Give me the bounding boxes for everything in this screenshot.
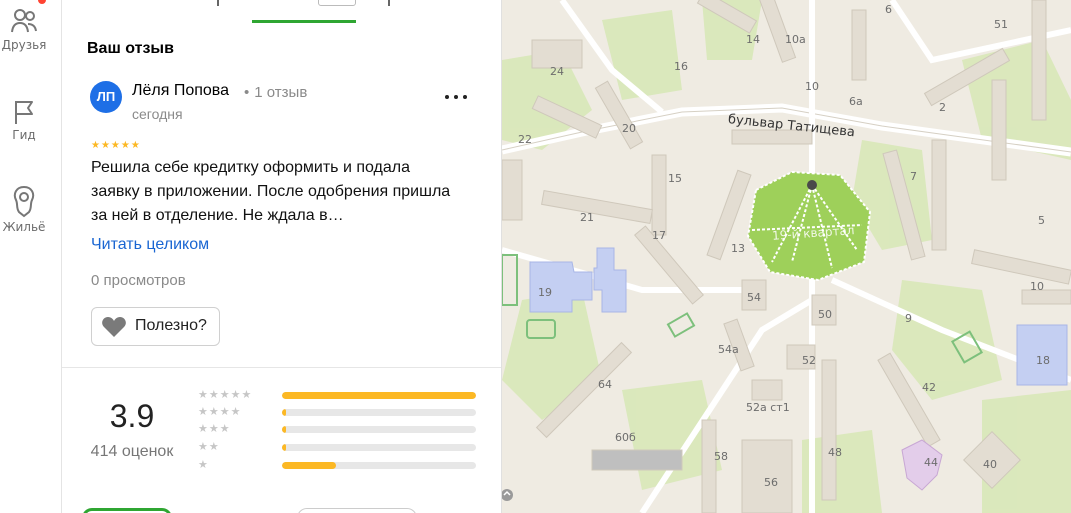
dist-bar [282, 426, 476, 433]
house-number: 15 [668, 172, 682, 185]
house-number: 24 [550, 65, 564, 78]
house-number: 5 [1038, 214, 1045, 227]
house-number: 18 [1036, 354, 1050, 367]
house-number: 9 [905, 312, 912, 325]
nav-housing[interactable]: Жильё [0, 184, 48, 234]
house-number: 52а ст1 [746, 401, 790, 414]
useful-label: Полезно? [135, 317, 207, 334]
nav-friends-label: Друзья [1, 38, 47, 52]
house-number: 42 [922, 381, 936, 394]
views-count: 0 просмотров [91, 272, 186, 289]
dist-fill [282, 392, 476, 399]
dist-stars: ★★★★ [198, 406, 242, 418]
dist-stars: ★ [198, 459, 209, 471]
nav-guide[interactable]: Гид [0, 98, 48, 142]
house-number: 20 [622, 122, 636, 135]
active-tab-indicator [252, 20, 356, 23]
divider [62, 367, 501, 368]
house-number: 54а [718, 343, 739, 356]
house-number: 50 [818, 308, 832, 321]
housing-icon [13, 185, 35, 218]
house-number: 10 [1030, 280, 1044, 293]
tab-fragment [318, 0, 356, 6]
nav-friends[interactable]: Друзья [0, 6, 48, 52]
house-number: 7 [910, 170, 917, 183]
house-number: 6а [849, 95, 863, 108]
section-title: Ваш отзыв [87, 40, 174, 57]
house-number: 17 [652, 229, 666, 242]
dist-fill [282, 462, 337, 469]
house-number: 56 [764, 476, 778, 489]
nav-guide-label: Гид [12, 128, 36, 142]
nav-housing-label: Жильё [2, 220, 46, 234]
house-number: 14 [746, 33, 760, 46]
more-dot [454, 95, 458, 99]
house-number: 10 [805, 80, 819, 93]
author-review-count: • 1 отзыв [244, 84, 308, 101]
tab-fragment [388, 0, 390, 6]
author-name[interactable]: Лёля Попова [132, 82, 229, 100]
house-number: 19 [538, 286, 552, 299]
house-number: 64 [598, 378, 612, 391]
house-number: 48 [828, 446, 842, 459]
dist-bar [282, 444, 476, 451]
guide-flag-icon [15, 101, 33, 124]
more-options-button[interactable] [442, 86, 470, 106]
house-number: 21 [580, 211, 594, 224]
primary-action-button[interactable] [82, 508, 172, 513]
house-number: 51 [994, 18, 1008, 31]
rating-count: 414 оценок [90, 443, 174, 460]
dist-fill [282, 409, 286, 416]
avatar[interactable]: ЛП [90, 81, 122, 113]
house-number: 60б [615, 431, 636, 444]
house-number: 22 [518, 133, 532, 146]
more-dot [445, 95, 449, 99]
house-number: 6 [885, 3, 892, 16]
dist-fill [282, 426, 286, 433]
author-review-count-text: 1 отзыв [254, 84, 308, 101]
dist-bar [282, 409, 476, 416]
house-number: 58 [714, 450, 728, 463]
dist-bar [282, 462, 476, 469]
dist-stars: ★★★ [198, 423, 231, 435]
review-stars: ★★★★★ [91, 140, 141, 151]
house-number: 16 [674, 60, 688, 73]
house-number: 13 [731, 242, 745, 255]
dist-stars: ★★★★★ [198, 389, 253, 401]
useful-button[interactable]: Полезно? [91, 307, 220, 346]
dist-fill [282, 444, 286, 451]
more-dot [463, 95, 467, 99]
house-number: 44 [924, 456, 938, 469]
heart-icon [102, 317, 126, 337]
house-number: 2 [939, 101, 946, 114]
read-full-link[interactable]: Читать целиком [91, 236, 209, 254]
house-number: 54 [747, 291, 761, 304]
review-panel: Ваш отзыв ЛП Лёля Попова • 1 отзыв сегодн… [62, 0, 502, 513]
review-text: Решила себе кредитку оформить и подала з… [91, 159, 451, 224]
dist-stars: ★★ [198, 441, 220, 453]
house-number: 10а [785, 33, 806, 46]
rating-value: 3.9 [109, 398, 155, 434]
map-canvas [502, 0, 1071, 513]
map-view[interactable]: бульвар Татищева 19-й квартал 14 10а 6 5… [502, 0, 1071, 513]
notification-dot [38, 0, 46, 4]
tab-fragment [217, 0, 219, 6]
secondary-action-button[interactable] [297, 508, 417, 513]
side-nav: Друзья Гид Жильё [0, 0, 62, 513]
house-number: 52 [802, 354, 816, 367]
friends-icon [11, 9, 37, 33]
review-date: сегодня [132, 106, 183, 122]
house-number: 40 [983, 458, 997, 471]
dist-bar [282, 392, 476, 399]
